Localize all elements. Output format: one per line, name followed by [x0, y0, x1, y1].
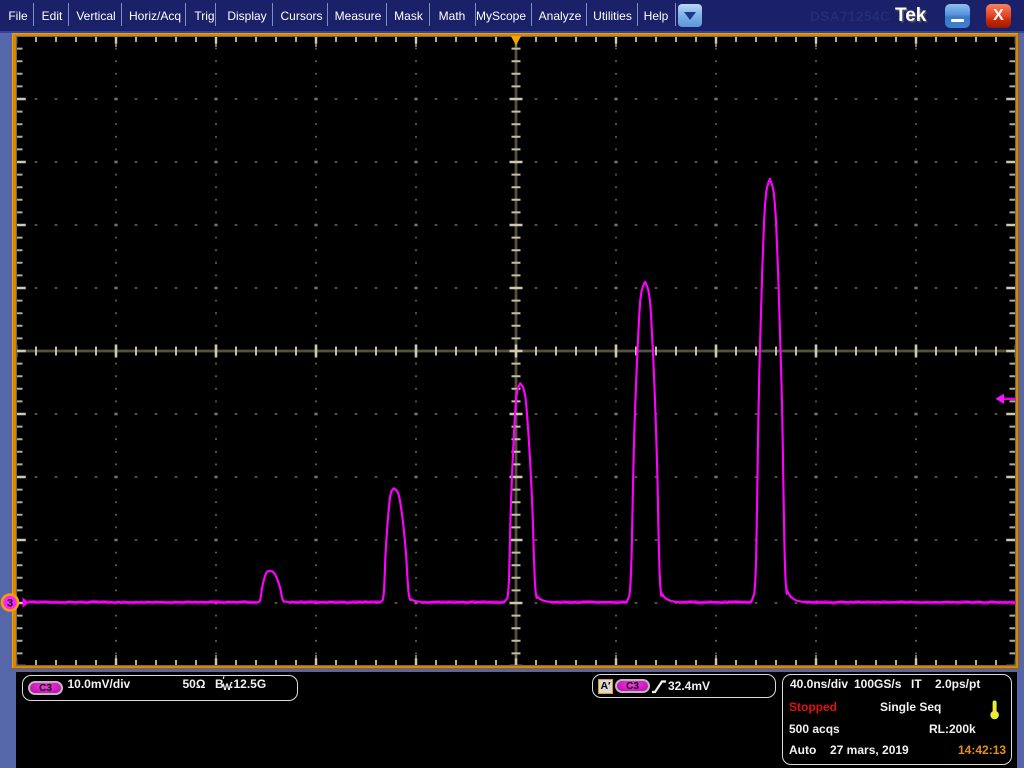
svg-text:3: 3 — [7, 598, 13, 610]
